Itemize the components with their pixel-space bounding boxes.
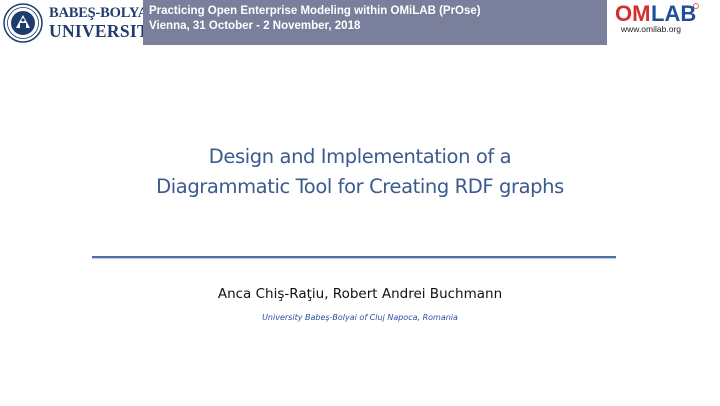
slide-title-line1: Design and Implementation of a — [208, 145, 512, 168]
university-name: BABEŞ-BOLYAI UNIVERSITY — [49, 4, 162, 42]
svg-text:LAB: LAB — [651, 1, 696, 25]
omlab-logo-icon: OM LAB — [615, 1, 699, 25]
title-divider — [92, 256, 616, 258]
slide-authors: Anca Chiş-Raţiu, Robert Andrei Buchmann — [217, 286, 503, 302]
ubb-logo: BABEŞ-BOLYAI UNIVERSITY — [0, 0, 162, 45]
omlab-url: www.omilab.org — [621, 24, 681, 34]
slide-header: BABEŞ-BOLYAI UNIVERSITY Practicing Open … — [0, 0, 720, 45]
event-title: Practicing Open Enterprise Modeling with… — [149, 5, 481, 17]
slide-title: Design and Implementation of a Diagramma… — [60, 142, 660, 202]
university-seal-icon — [3, 3, 43, 43]
university-name-line2: UNIVERSITY — [49, 21, 162, 41]
slide-affiliation: University Babeş-Bolyai of Cluj Napoca, … — [262, 313, 458, 322]
university-name-line1: BABEŞ-BOLYAI — [49, 5, 154, 21]
event-location-date: Vienna, 31 October - 2 November, 2018 — [149, 20, 361, 32]
omlab-logo: OM LAB www.omilab.org — [607, 0, 720, 45]
svg-text:OM: OM — [615, 1, 650, 25]
slide-title-line2: Diagrammatic Tool for Creating RDF graph… — [156, 175, 564, 198]
